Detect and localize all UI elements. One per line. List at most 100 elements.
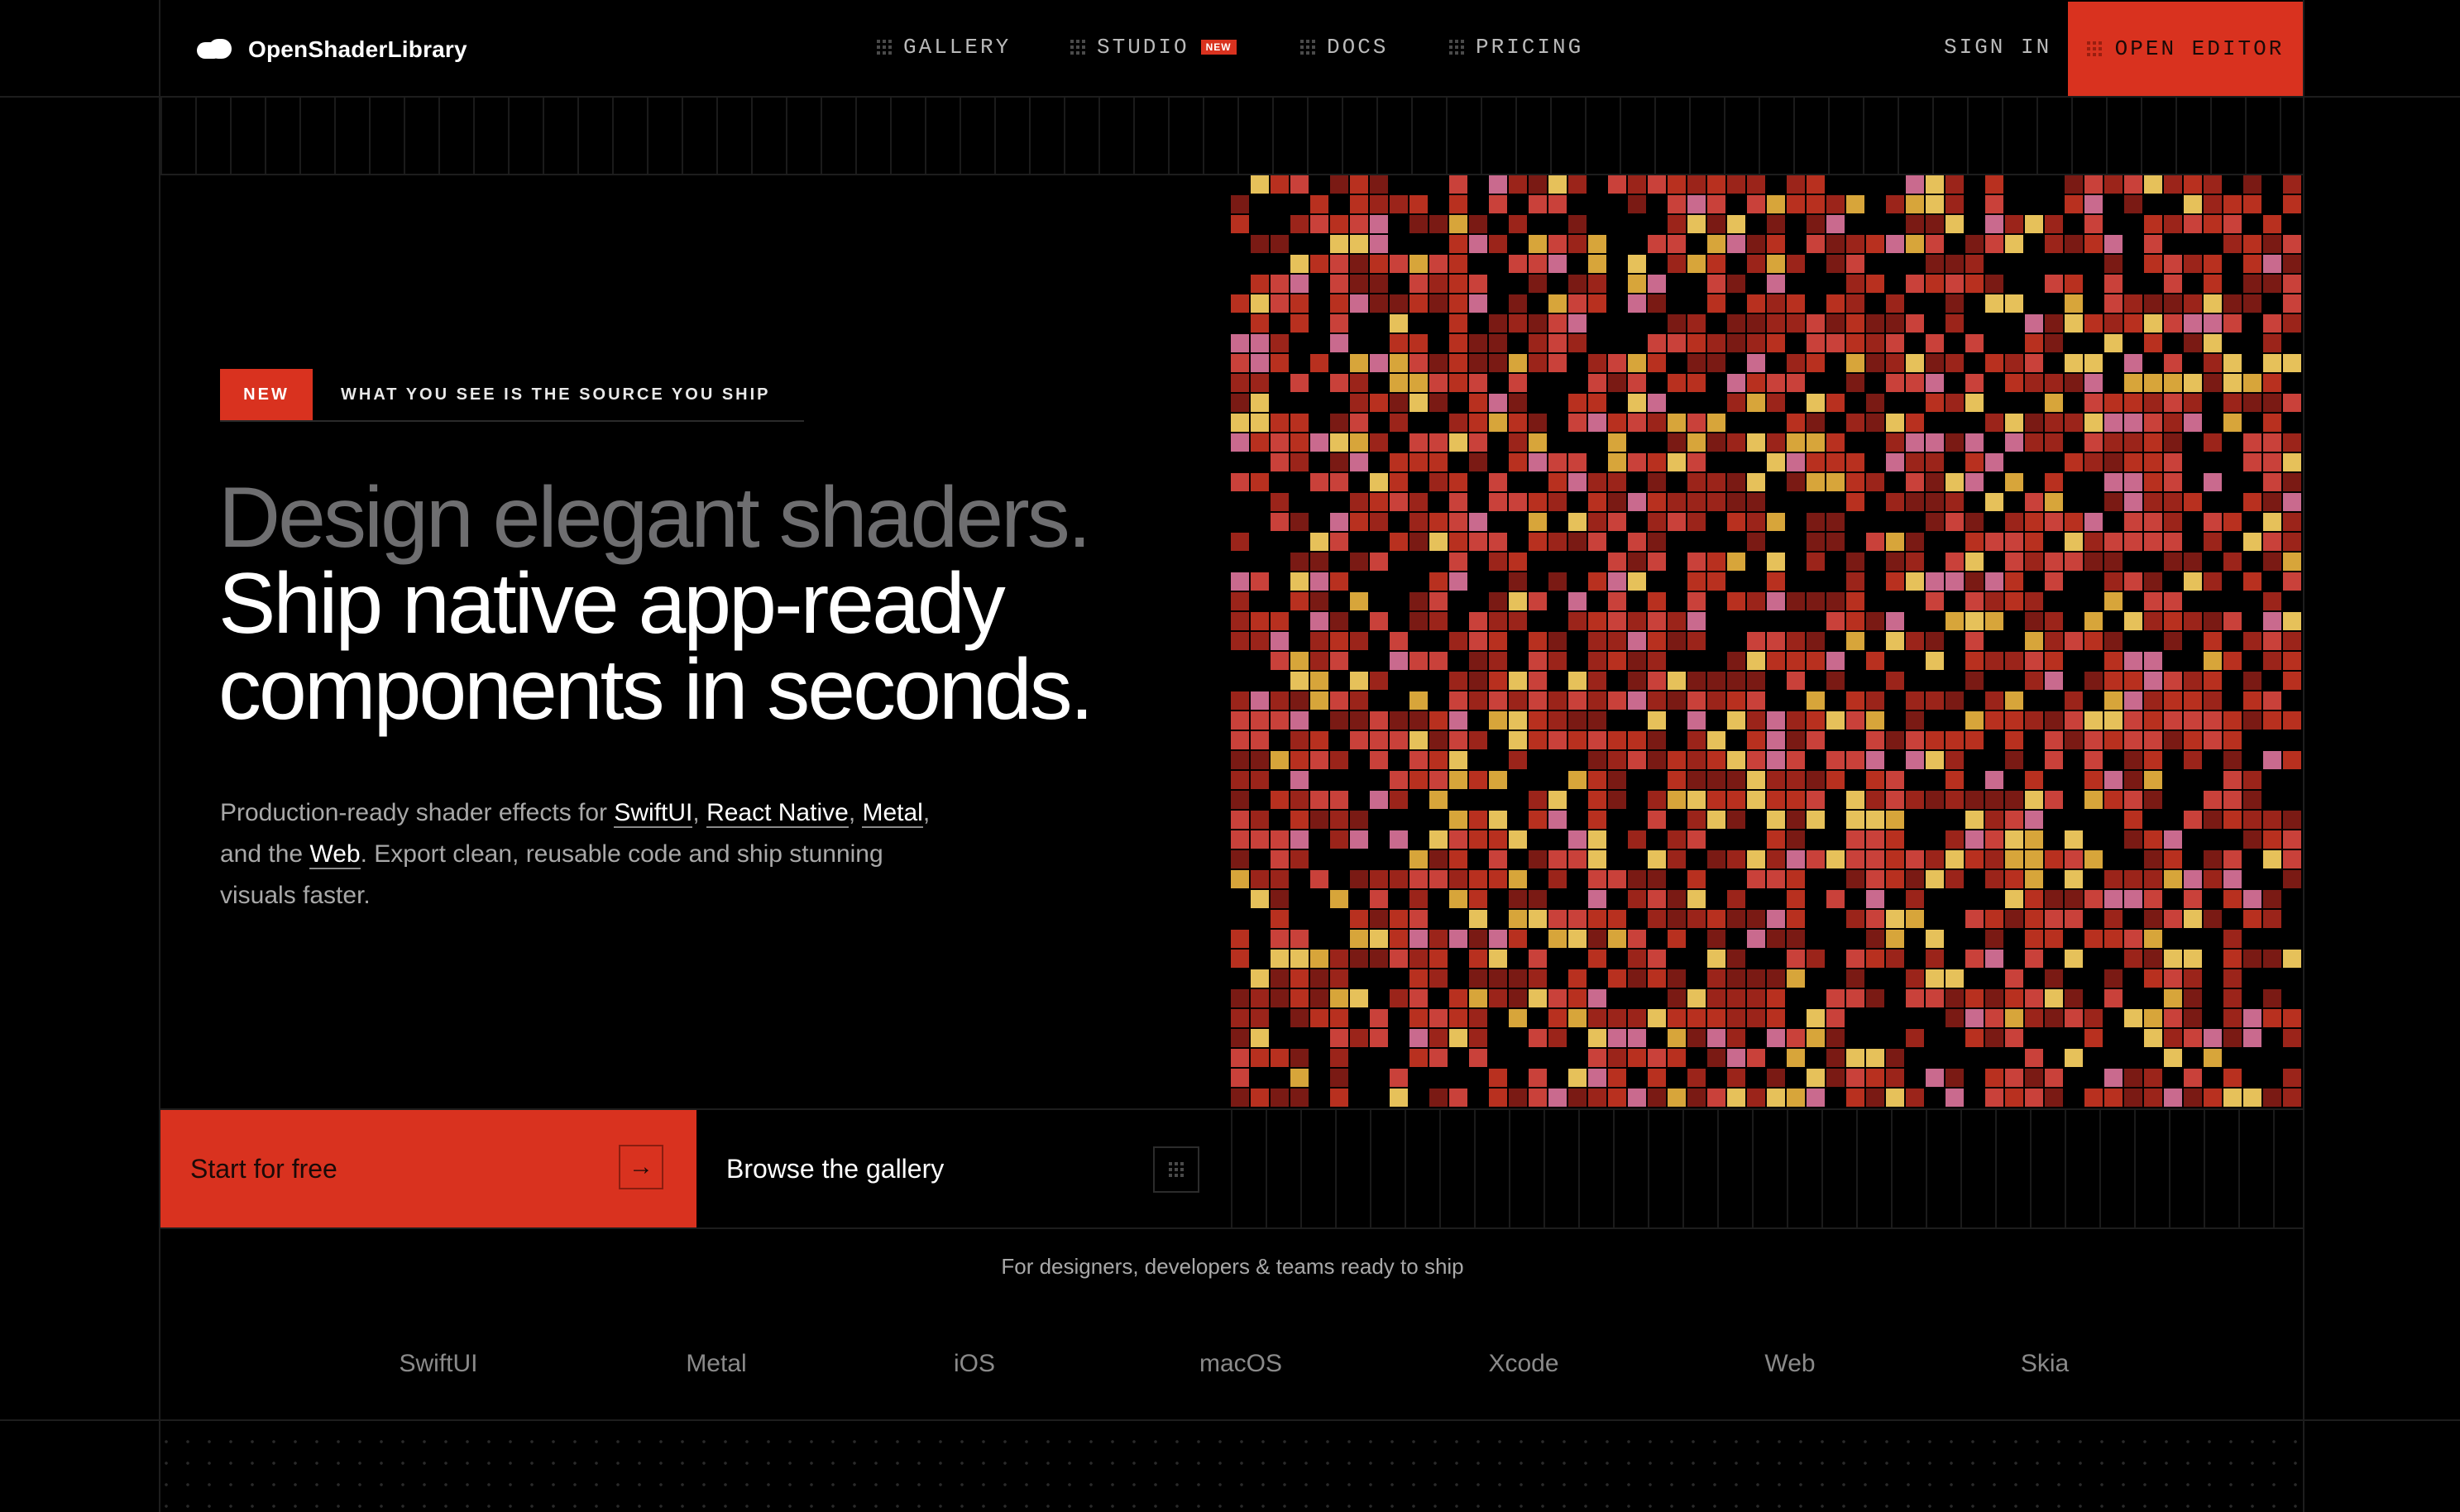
nav-pricing[interactable]: PRICING (1449, 35, 1583, 60)
nav-studio[interactable]: STUDIO NEW (1070, 35, 1237, 60)
shader-pixel (1548, 354, 1567, 372)
shader-pixel (1767, 830, 1785, 849)
browse-gallery-button[interactable]: Browse the gallery (696, 1110, 1231, 1227)
shader-pixel (2104, 969, 2123, 988)
shader-pixel (2243, 830, 2261, 849)
shader-pixel (2144, 1009, 2162, 1027)
shader-pixel (1687, 612, 1706, 630)
shader-pixel (1231, 830, 1249, 849)
shader-pixel (1787, 652, 1805, 670)
shader-pixel (1290, 513, 1309, 531)
frame-right-line (2303, 0, 2304, 1512)
shader-pixel (2005, 910, 2023, 928)
shader-pixel (2223, 374, 2242, 392)
shader-pixel (1687, 791, 1706, 809)
shader-pixel (2104, 910, 2123, 928)
shader-pixel (2283, 1089, 2301, 1107)
shader-pixel (1409, 195, 1428, 213)
link-web[interactable]: Web (309, 840, 361, 869)
shader-pixel (1350, 950, 1368, 968)
shader-pixel (1271, 1089, 1289, 1107)
shader-pixel (2144, 572, 2162, 591)
shader-pixel (1886, 612, 1904, 630)
shader-pixel (2065, 890, 2083, 908)
shader-pixel (1310, 811, 1328, 829)
nav-gallery-label: GALLERY (903, 35, 1012, 60)
shader-pixel (1648, 691, 1666, 710)
shader-pixel (1747, 751, 1765, 769)
shader-pixel (2263, 890, 2281, 908)
nav-docs[interactable]: DOCS (1300, 35, 1388, 60)
shader-pixel (1926, 374, 1944, 392)
shader-pixel (1727, 751, 1745, 769)
link-metal[interactable]: Metal (862, 799, 923, 828)
shader-pixel (1787, 255, 1805, 273)
shader-pixel (2204, 255, 2222, 273)
shader-pixel (2283, 493, 2301, 511)
shader-pixel (1290, 374, 1309, 392)
shader-pixel (1767, 652, 1785, 670)
shader-pixel (1965, 513, 1984, 531)
shader-pixel (1747, 632, 1765, 650)
shader-pixel (1866, 652, 1884, 670)
shader-pixel (2045, 672, 2063, 690)
shader-pixel (1807, 592, 1825, 610)
shader-pixel (1290, 1069, 1309, 1087)
shader-pixel (2005, 235, 2023, 253)
shader-pixel (1469, 989, 1487, 1007)
shader-pixel (1370, 711, 1388, 730)
shader-pixel (1767, 1009, 1785, 1027)
shader-pixel (2005, 572, 2023, 591)
shader-pixel (2164, 731, 2182, 749)
shader-pixel (1449, 473, 1467, 491)
link-swiftui[interactable]: SwiftUI (614, 799, 693, 828)
shader-pixel (2204, 275, 2222, 293)
shader-pixel (2263, 513, 2281, 531)
open-editor-button[interactable]: OPEN EDITOR (2068, 2, 2303, 96)
shader-pixel (1946, 1089, 1964, 1107)
shader-pixel (2045, 374, 2063, 392)
shader-pixel (1290, 215, 1309, 233)
shader-pixel (1747, 1089, 1765, 1107)
shader-pixel (1628, 374, 1646, 392)
shader-pixel (1588, 294, 1606, 313)
shader-pixel (1231, 354, 1249, 372)
shader-pixel (2243, 235, 2261, 253)
shader-pixel (2144, 751, 2162, 769)
shader-pixel (2223, 612, 2242, 630)
shader-pixel (1985, 771, 2003, 789)
shader-pixel (1727, 791, 1745, 809)
link-react-native[interactable]: React Native (706, 799, 849, 828)
shader-pixel (2184, 314, 2202, 333)
shader-pixel (1787, 930, 1805, 948)
shader-pixel (1310, 989, 1328, 1007)
shader-pixel (2184, 672, 2202, 690)
shader-pixel (1906, 850, 1924, 868)
brand-logo[interactable]: OpenShaderLibrary (197, 36, 467, 63)
desc-prefix: Production-ready shader effects for (220, 799, 615, 826)
shader-pixel (1807, 354, 1825, 372)
shader-pixel (2243, 255, 2261, 273)
shader-pixel (1429, 572, 1448, 591)
shader-pixel (1290, 811, 1309, 829)
shader-pixel (2283, 950, 2301, 968)
shader-pixel (1529, 354, 1547, 372)
start-for-free-button[interactable]: Start for free → (160, 1110, 696, 1227)
shader-pixel (2084, 235, 2103, 253)
nav-gallery[interactable]: GALLERY (877, 35, 1011, 60)
shader-pixel (1330, 374, 1348, 392)
shader-pixel (1985, 870, 2003, 888)
shader-pixel (1370, 890, 1388, 908)
shader-pixel (1429, 294, 1448, 313)
shader-pixel (1469, 771, 1487, 789)
shader-pixel (1509, 930, 1527, 948)
shader-pixel (1568, 533, 1587, 551)
sign-in-link[interactable]: SIGN IN (1944, 35, 2051, 60)
shader-pixel (1548, 711, 1567, 730)
shader-pixel (1469, 930, 1487, 948)
shader-pixel (1449, 672, 1467, 690)
shader-pixel (1946, 275, 1964, 293)
announcement-tag[interactable]: NEW WHAT YOU SEE IS THE SOURCE YOU SHIP (220, 369, 804, 422)
shader-pixel (2184, 691, 2202, 710)
shader-pixel (1251, 632, 1269, 650)
